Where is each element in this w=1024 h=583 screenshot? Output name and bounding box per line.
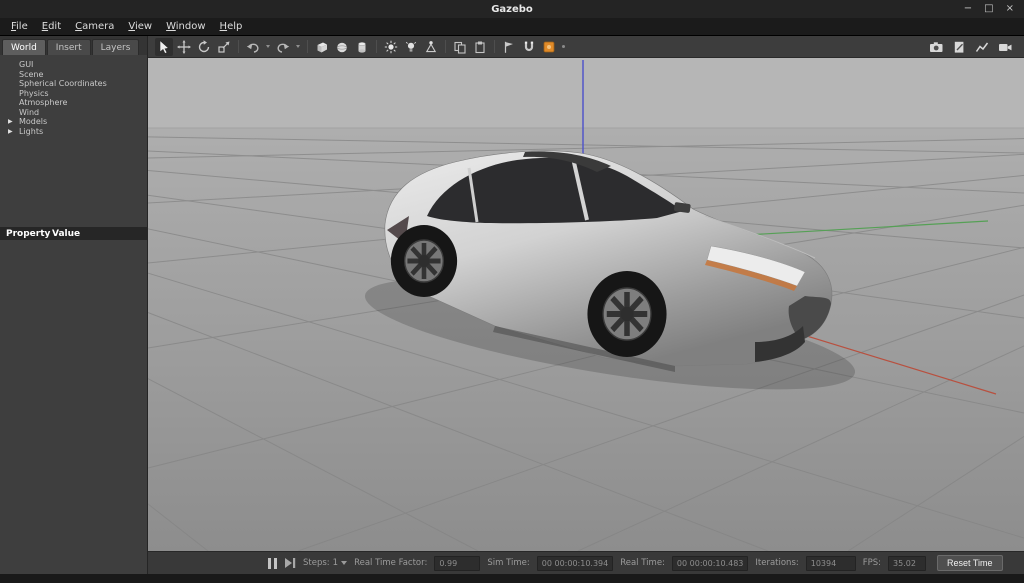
tab-layers[interactable]: Layers (91, 39, 140, 55)
tree-item-atmosphere[interactable]: Atmosphere (0, 98, 147, 108)
toolbar-separator (494, 40, 495, 53)
tree-item-physics[interactable]: Physics (0, 89, 147, 99)
paste-icon[interactable] (471, 38, 489, 56)
render-scene[interactable] (148, 58, 1024, 551)
menu-window[interactable]: Window (159, 19, 212, 34)
toolbar-separator (445, 40, 446, 53)
tree-item-label: Spherical Coordinates (19, 79, 107, 89)
close-button[interactable]: × (1006, 0, 1014, 18)
capture-toolbar (927, 38, 1017, 56)
menu-file[interactable]: File (4, 19, 35, 34)
translate-icon[interactable] (175, 38, 193, 56)
sim-time-label: Sim Time: (487, 558, 530, 568)
tree-item-label: Scene (19, 69, 44, 79)
undo-icon[interactable] (244, 38, 262, 56)
tree-item-models[interactable]: Models (0, 117, 147, 127)
menu-help[interactable]: Help (213, 19, 250, 34)
front-wheel (587, 271, 667, 357)
tree-item-scene[interactable]: Scene (0, 70, 147, 80)
align-icon[interactable] (500, 38, 518, 56)
sim-time-value: 00 00:00:10.394 (536, 555, 614, 571)
panel-tabs: World Insert Layers (0, 36, 147, 55)
fps-label: FPS: (862, 558, 882, 568)
spot-light-icon[interactable] (422, 38, 440, 56)
tree-item-label: Physics (19, 88, 49, 98)
window-controls: − □ × (964, 0, 1024, 18)
snap-icon[interactable] (520, 38, 538, 56)
menu-edit[interactable]: Edit (35, 19, 68, 34)
iterations-value: 10394 (805, 555, 856, 571)
world-render[interactable] (148, 58, 1024, 551)
tree-item-wind[interactable]: Wind (0, 108, 147, 118)
select-arrow-icon[interactable] (155, 37, 173, 56)
real-time-factor-value: 0.99 (434, 555, 481, 571)
menu-view[interactable]: View (121, 19, 159, 34)
steps-label: Steps: (303, 558, 330, 568)
toolbar-separator (307, 40, 308, 53)
screenshot-camera-icon[interactable] (927, 38, 945, 56)
box-shape-icon[interactable] (313, 38, 331, 56)
left-panel: World Insert Layers GUI Scene Spherical … (0, 36, 148, 574)
menubar: File Edit Camera View Window Help (0, 18, 1024, 36)
cylinder-shape-icon[interactable] (353, 38, 371, 56)
property-table-header: Property Value (0, 227, 147, 240)
tab-world[interactable]: World (2, 39, 46, 55)
rear-wheel (390, 225, 458, 297)
world-tree: GUI Scene Spherical Coordinates Physics … (0, 55, 147, 227)
real-time-factor-label: Real Time Factor: (354, 558, 428, 568)
real-time-label: Real Time: (620, 558, 665, 568)
tree-item-label: Models (19, 117, 48, 127)
tree-item-gui[interactable]: GUI (0, 60, 147, 70)
steps-spinner-caret-icon[interactable] (341, 561, 348, 565)
redo-icon[interactable] (274, 38, 292, 56)
property-column-header: Property (6, 228, 51, 239)
steps-value[interactable]: 1 (333, 558, 338, 568)
real-time-value: 00 00:00:10.483 (671, 555, 749, 571)
toolbar-separator (376, 40, 377, 53)
step-button[interactable] (285, 558, 296, 568)
undo-history-caret-icon[interactable] (266, 45, 270, 48)
window-title: Gazebo (491, 3, 533, 15)
expand-caret-icon[interactable] (8, 118, 19, 125)
toolbar-separator (238, 40, 239, 53)
sphere-shape-icon[interactable] (333, 38, 351, 56)
viewport-toolbar (148, 36, 1024, 58)
minimize-button[interactable]: − (964, 0, 972, 18)
tree-item-label: Atmosphere (19, 98, 68, 108)
scale-icon[interactable] (215, 38, 233, 56)
log-record-icon[interactable] (950, 38, 968, 56)
viewport: Steps: 1 Real Time Factor: 0.99 Sim Time… (148, 36, 1024, 574)
rotate-icon[interactable] (195, 38, 213, 56)
expand-caret-icon[interactable] (8, 128, 19, 135)
reset-time-button[interactable]: Reset Time (937, 555, 1003, 571)
copy-icon[interactable] (451, 38, 469, 56)
tree-item-lights[interactable]: Lights (0, 127, 147, 137)
property-table-body (0, 240, 147, 574)
video-record-icon[interactable] (996, 38, 1014, 56)
titlebar: Gazebo − □ × (0, 0, 1024, 18)
redo-history-caret-icon[interactable] (296, 45, 300, 48)
point-light-icon[interactable] (402, 38, 420, 56)
directional-light-icon[interactable] (382, 38, 400, 56)
simulation-bar: Steps: 1 Real Time Factor: 0.99 Sim Time… (148, 551, 1024, 574)
maximize-button[interactable]: □ (984, 0, 993, 18)
menu-camera[interactable]: Camera (68, 19, 121, 34)
fps-value: 35.02 (888, 555, 927, 571)
pause-button[interactable] (268, 557, 278, 569)
tree-item-label: Wind (19, 107, 40, 117)
steps-control: Steps: 1 (303, 558, 348, 568)
tree-item-label: GUI (19, 60, 34, 70)
plot-icon[interactable] (973, 38, 991, 56)
tab-insert[interactable]: Insert (46, 39, 91, 55)
iterations-label: Iterations: (755, 558, 799, 568)
toolbar-overflow-dot-icon[interactable] (562, 45, 565, 48)
value-column-header: Value (52, 228, 81, 239)
sky (148, 58, 1024, 128)
tree-item-spherical-coordinates[interactable]: Spherical Coordinates (0, 79, 147, 89)
tree-item-label: Lights (19, 126, 44, 136)
model-editor-orange-icon[interactable] (540, 38, 558, 56)
window-bottom-edge (0, 574, 1024, 583)
